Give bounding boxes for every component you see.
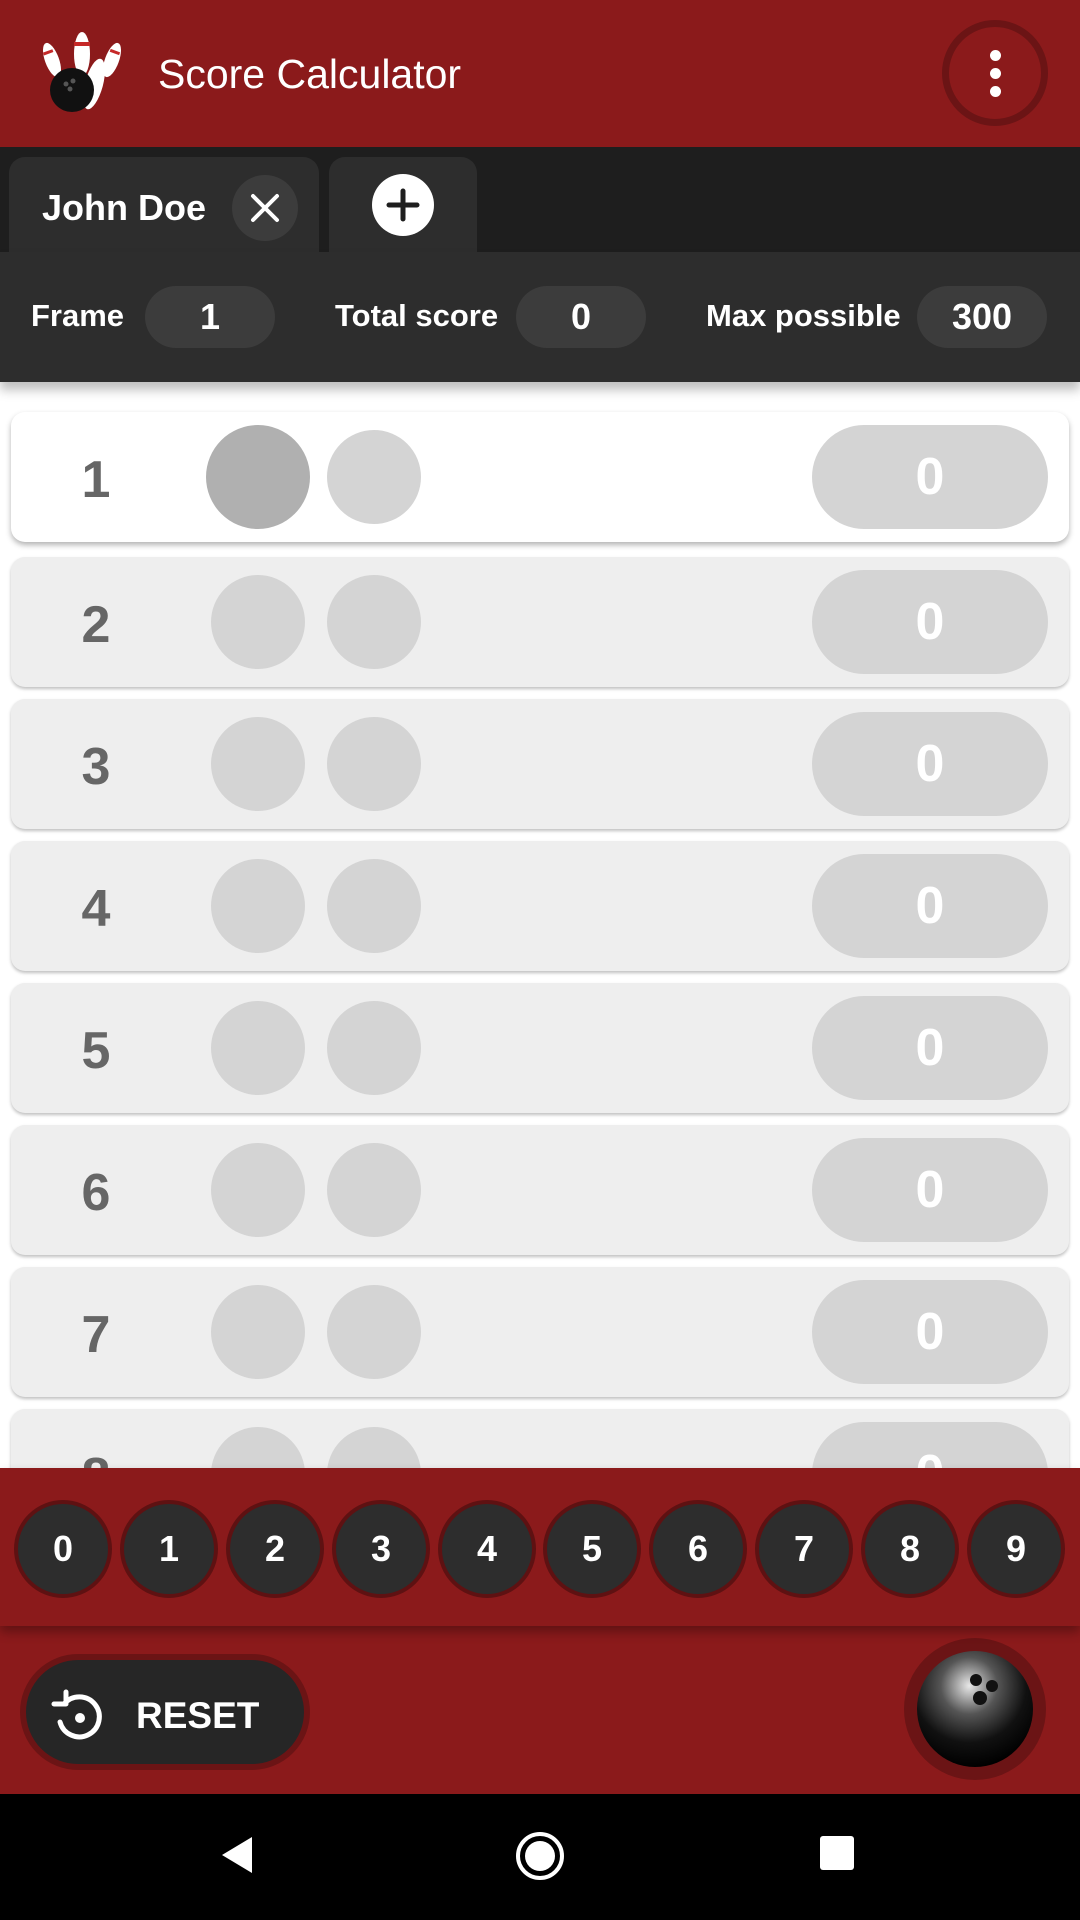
max-possible-value: 300: [917, 286, 1047, 348]
bowling-logo-icon: [40, 26, 124, 118]
roll-2-slot[interactable]: [327, 575, 421, 669]
frames-list[interactable]: 1 0 2 0 3 0 4 0 5 0 6 0 7 0 8: [0, 382, 1080, 1468]
frame-row[interactable]: 4 0: [11, 841, 1069, 971]
frame-score: 0: [812, 425, 1048, 529]
roll-2-slot[interactable]: [327, 1001, 421, 1095]
key-5[interactable]: 5: [543, 1500, 641, 1598]
frame-score: 0: [812, 1422, 1048, 1468]
frame-score: 0: [812, 570, 1048, 674]
roll-2-slot[interactable]: [327, 717, 421, 811]
roll-1-slot[interactable]: [211, 859, 305, 953]
roll-2-slot[interactable]: [327, 1285, 421, 1379]
frame-score: 0: [812, 1280, 1048, 1384]
frame-value: 1: [145, 286, 275, 348]
key-8[interactable]: 8: [861, 1500, 959, 1598]
frame-score: 0: [812, 996, 1048, 1100]
pin-keypad: 0 1 2 3 4 5 6 7 8 9: [0, 1468, 1080, 1626]
reset-button[interactable]: RESET: [20, 1654, 310, 1770]
key-6[interactable]: 6: [649, 1500, 747, 1598]
frame-score: 0: [812, 1138, 1048, 1242]
roll-1-slot[interactable]: [211, 717, 305, 811]
frame-number: 7: [81, 1306, 111, 1364]
tab-player-john-doe[interactable]: John Doe: [9, 157, 319, 252]
nav-recents-icon[interactable]: [820, 1836, 854, 1870]
reset-icon: [51, 1689, 102, 1740]
frame-row[interactable]: 7 0: [11, 1267, 1069, 1397]
roll-2-slot[interactable]: [327, 1143, 421, 1237]
player-name: John Doe: [42, 187, 207, 228]
stats-bar: Frame 1 Total score 0 Max possible 300: [0, 252, 1080, 382]
frame-score: 0: [812, 712, 1048, 816]
frame-row[interactable]: 6 0: [11, 1125, 1069, 1255]
key-3[interactable]: 3: [332, 1500, 430, 1598]
key-1[interactable]: 1: [120, 1500, 218, 1598]
frame-number: 2: [81, 596, 111, 654]
frame-number: 3: [81, 738, 111, 796]
key-9[interactable]: 9: [967, 1500, 1065, 1598]
system-nav-bar: [0, 1794, 1080, 1920]
frame-row[interactable]: 2 0: [11, 557, 1069, 687]
roll-1-slot[interactable]: [211, 1143, 305, 1237]
frame-number: 5: [81, 1022, 111, 1080]
reset-label: RESET: [136, 1695, 260, 1736]
nav-home-icon[interactable]: [514, 1830, 566, 1882]
roll-1-slot[interactable]: [211, 1001, 305, 1095]
max-possible-label: Max possible: [706, 298, 901, 333]
key-0[interactable]: 0: [14, 1500, 112, 1598]
frame-label: Frame: [31, 298, 125, 333]
frame-number: 4: [81, 880, 111, 938]
bottom-action-bar: RESET: [0, 1626, 1080, 1794]
frame-number: 1: [81, 451, 111, 509]
key-7[interactable]: 7: [755, 1500, 853, 1598]
add-icon: [372, 173, 434, 236]
bowling-ball-icon: [917, 1651, 1033, 1767]
more-vert-icon: [989, 49, 1001, 97]
remove-player-button[interactable]: [232, 175, 298, 241]
roll-2-slot[interactable]: [327, 430, 421, 524]
add-player-button[interactable]: [329, 157, 477, 252]
roll-1-slot[interactable]: [211, 1285, 305, 1379]
app-title: Score Calculator: [158, 51, 462, 97]
overflow-menu-button[interactable]: [942, 20, 1048, 126]
frame-score: 0: [812, 854, 1048, 958]
frame-row[interactable]: 3 0: [11, 699, 1069, 829]
key-4[interactable]: 4: [438, 1500, 536, 1598]
frame-number: 8: [71, 1447, 121, 1468]
roll-1-slot[interactable]: [206, 425, 310, 529]
key-2[interactable]: 2: [226, 1500, 324, 1598]
close-icon: [251, 194, 279, 222]
roll-2-slot[interactable]: [327, 859, 421, 953]
roll-2-slot[interactable]: [327, 1427, 421, 1468]
app-bar: Score Calculator: [0, 0, 1080, 147]
frame-row[interactable]: 5 0: [11, 983, 1069, 1113]
roll-1-slot[interactable]: [211, 1427, 305, 1468]
total-score-label: Total score: [335, 298, 499, 333]
frame-row[interactable]: 1 0: [11, 412, 1069, 542]
total-score-value: 0: [516, 286, 646, 348]
frame-row[interactable]: 8 0: [11, 1409, 1069, 1468]
bowl-ball-button[interactable]: [904, 1638, 1046, 1780]
frame-number: 6: [81, 1164, 111, 1222]
roll-1-slot[interactable]: [211, 575, 305, 669]
nav-back-icon[interactable]: [218, 1834, 256, 1876]
